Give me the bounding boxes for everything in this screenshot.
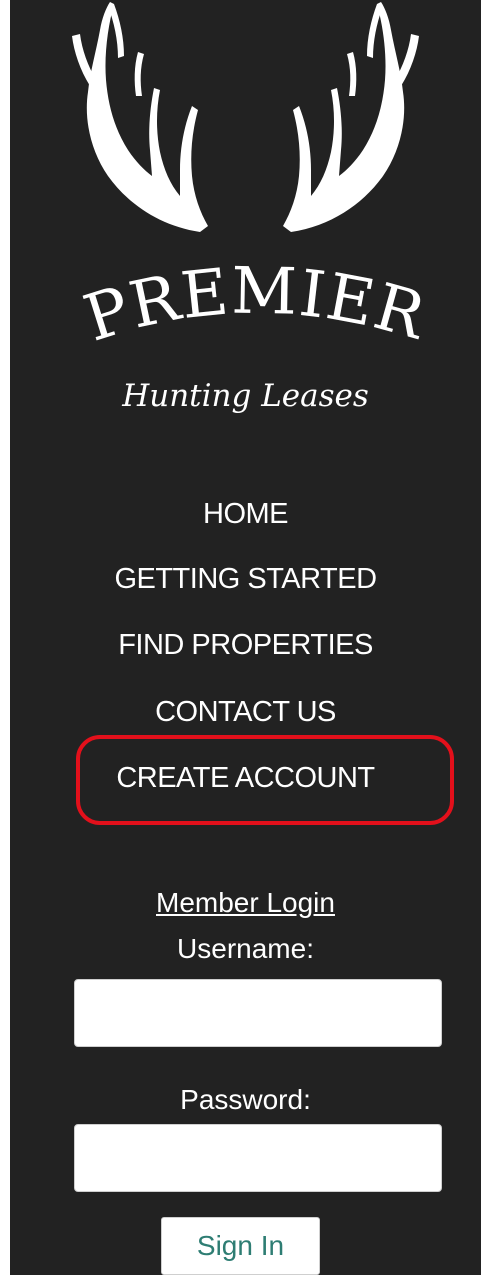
password-input[interactable]	[74, 1124, 442, 1192]
nav-find-properties[interactable]: FIND PROPERTIES	[10, 628, 481, 662]
create-account-highlight	[76, 735, 454, 825]
password-label: Password:	[180, 1084, 311, 1115]
nav-getting-started[interactable]: GETTING STARTED	[10, 562, 481, 596]
sign-in-button[interactable]: Sign In	[161, 1217, 320, 1275]
sidebar-panel: PREMIER Hunting Leases HOME GETTING STAR…	[10, 0, 481, 1275]
nav-home[interactable]: HOME	[10, 497, 481, 531]
member-login-heading: Member Login	[156, 887, 335, 918]
brand-name: PREMIER	[76, 254, 434, 356]
site-logo[interactable]: PREMIER Hunting Leases	[10, 0, 481, 450]
brand-tagline: Hunting Leases	[122, 378, 369, 414]
username-label: Username:	[177, 933, 314, 964]
nav-contact-us[interactable]: CONTACT US	[10, 695, 481, 729]
username-input[interactable]	[74, 979, 442, 1047]
